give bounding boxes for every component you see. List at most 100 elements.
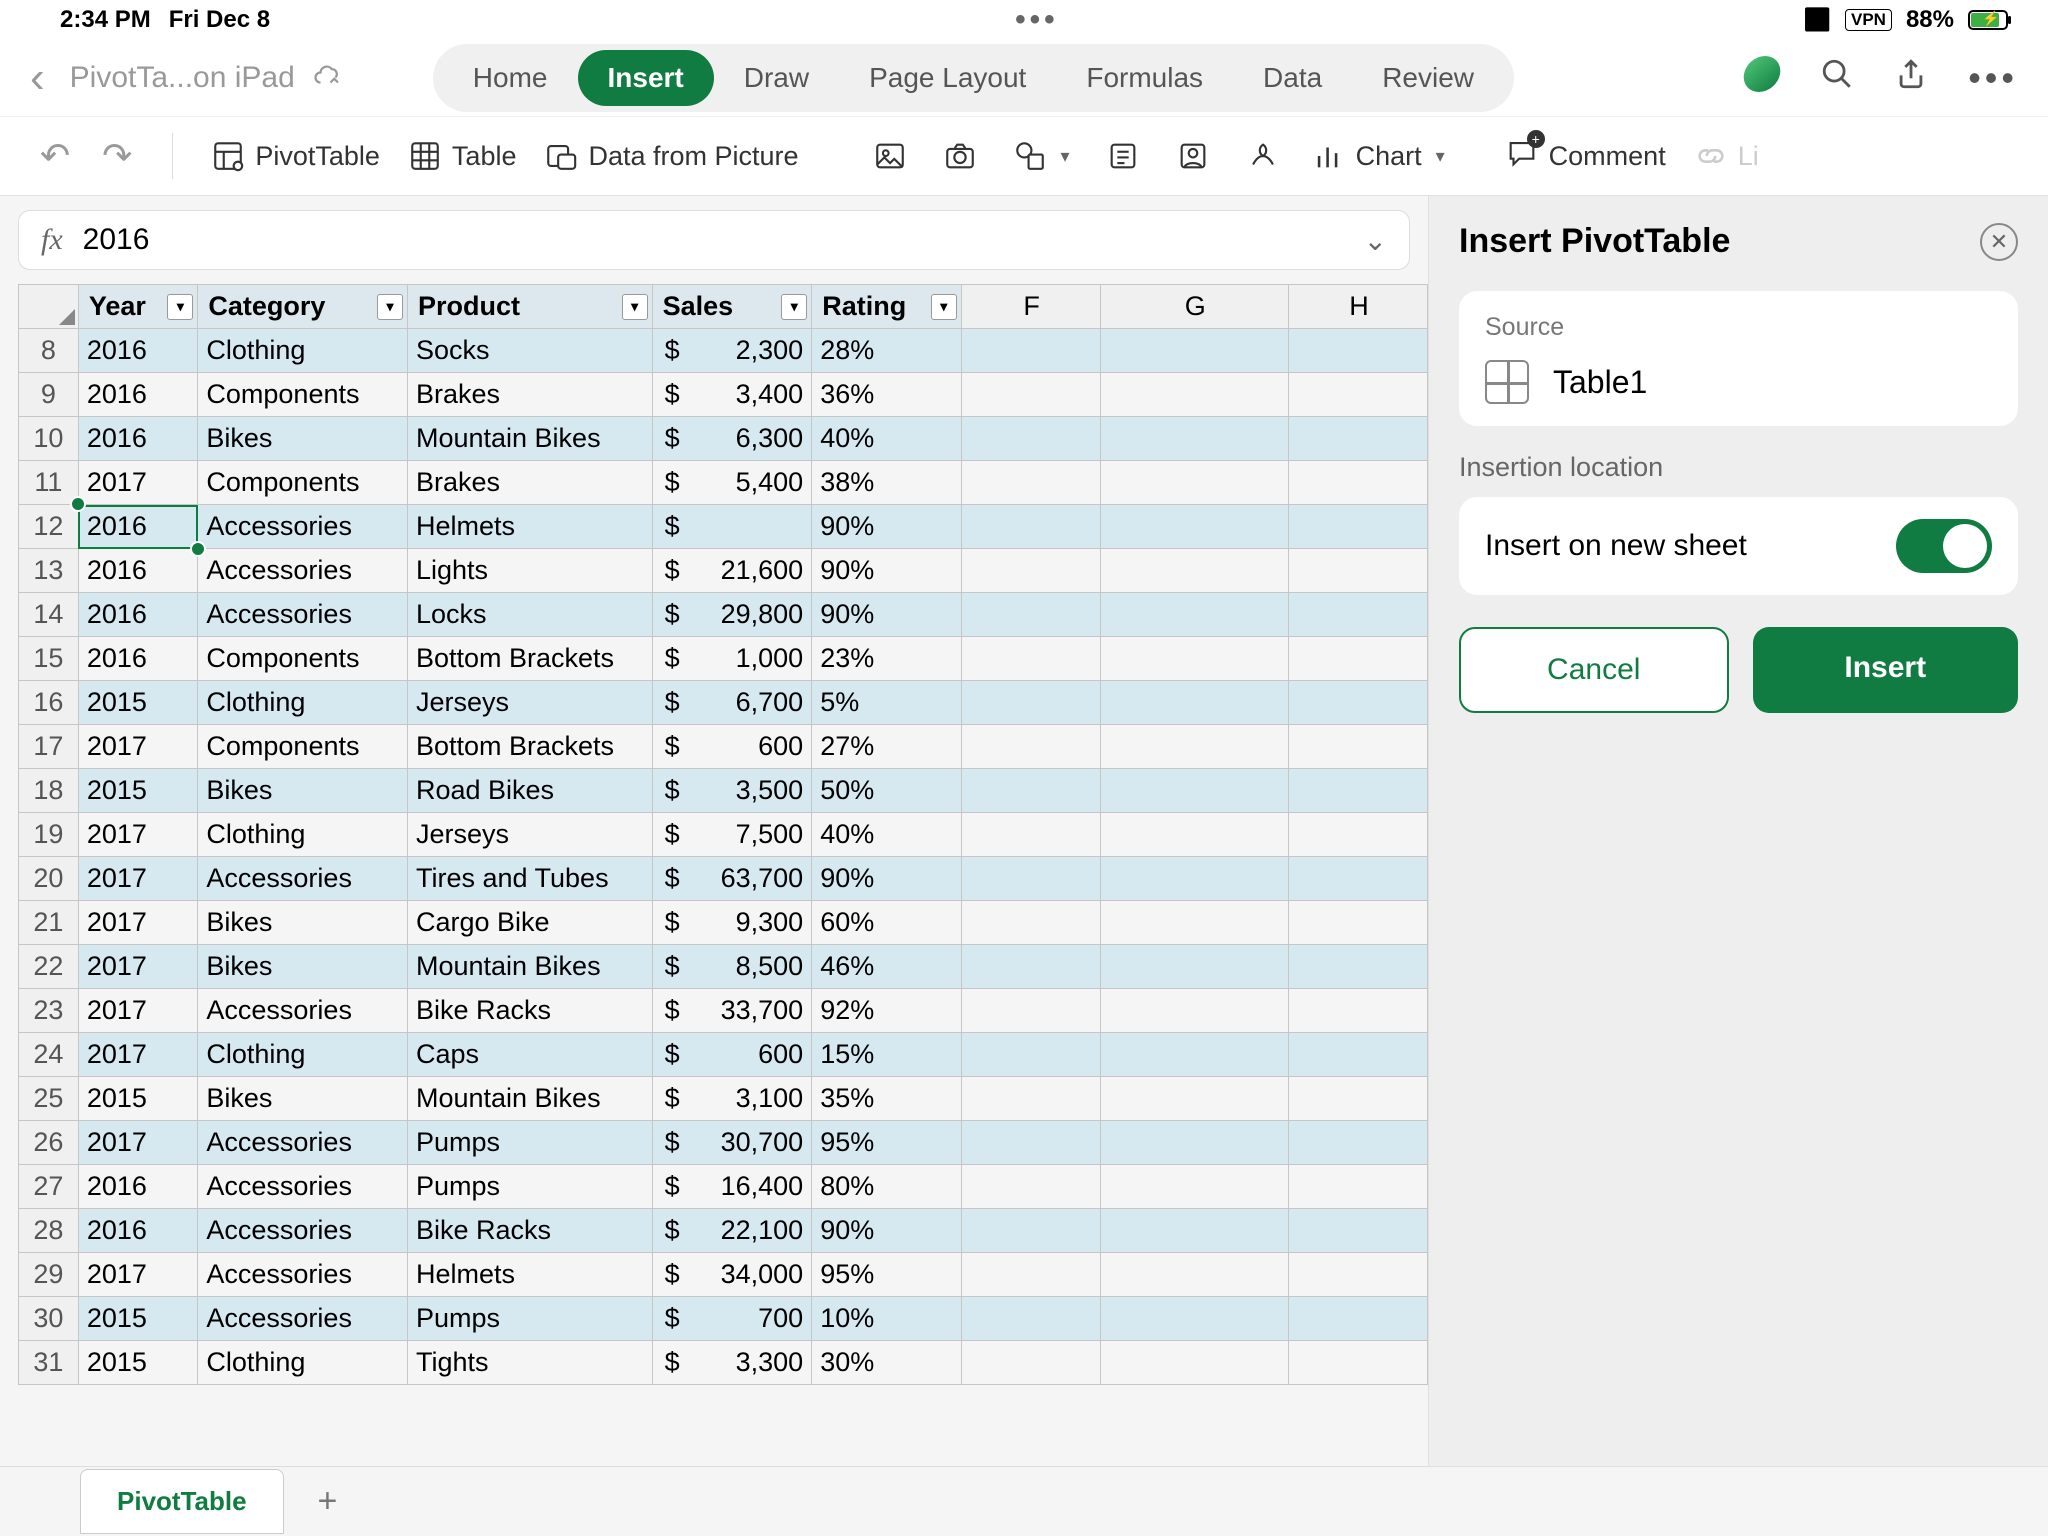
cell-year[interactable]: 2016 (78, 1209, 198, 1253)
ribbon-tab-formulas[interactable]: Formulas (1056, 50, 1233, 106)
cell[interactable] (1100, 329, 1288, 373)
ribbon-tab-draw[interactable]: Draw (714, 50, 839, 106)
row-header[interactable]: 28 (19, 1209, 79, 1253)
cell[interactable] (961, 857, 1100, 901)
cell-sales[interactable]: $ (652, 505, 812, 549)
cell[interactable] (961, 989, 1100, 1033)
cell-sales[interactable]: $9,300 (652, 901, 812, 945)
cell-product[interactable]: Jerseys (407, 813, 652, 857)
cell-category[interactable]: Components (198, 637, 408, 681)
column-header-h[interactable]: H (1289, 285, 1428, 329)
cell[interactable] (1100, 593, 1288, 637)
cell[interactable] (1289, 1209, 1428, 1253)
cell-sales[interactable]: $6,300 (652, 417, 812, 461)
cell-product[interactable]: Pumps (407, 1121, 652, 1165)
cell-sales[interactable]: $16,400 (652, 1165, 812, 1209)
cell-rating[interactable]: 15% (812, 1033, 962, 1077)
cell-year[interactable]: 2016 (78, 373, 198, 417)
row-header[interactable]: 20 (19, 857, 79, 901)
cell[interactable] (1289, 945, 1428, 989)
cell-year[interactable]: 2016 (78, 329, 198, 373)
cell[interactable] (1289, 857, 1428, 901)
cell-sales[interactable]: $2,300 (652, 329, 812, 373)
cell-year[interactable]: 2015 (78, 1341, 198, 1385)
cell[interactable] (961, 681, 1100, 725)
cell-category[interactable]: Accessories (198, 857, 408, 901)
cell-sales[interactable]: $600 (652, 1033, 812, 1077)
cell[interactable] (961, 1121, 1100, 1165)
data-from-picture-button[interactable]: Data from Picture (536, 135, 806, 177)
icons-button[interactable] (1234, 135, 1292, 177)
cell-rating[interactable]: 60% (812, 901, 962, 945)
cell-sales[interactable]: $5,400 (652, 461, 812, 505)
cell-category[interactable]: Accessories (198, 505, 408, 549)
pivottable-button[interactable]: PivotTable (203, 135, 388, 177)
cell-sales[interactable]: $3,500 (652, 769, 812, 813)
cell[interactable] (961, 637, 1100, 681)
cell[interactable] (1289, 681, 1428, 725)
row-header[interactable]: 24 (19, 1033, 79, 1077)
cell[interactable] (1289, 1165, 1428, 1209)
people-button[interactable] (1164, 135, 1222, 177)
cell-year[interactable]: 2017 (78, 989, 198, 1033)
cell[interactable] (1289, 1253, 1428, 1297)
cell[interactable] (1289, 593, 1428, 637)
row-header[interactable]: 22 (19, 945, 79, 989)
cell[interactable] (1289, 725, 1428, 769)
cell-rating[interactable]: 90% (812, 505, 962, 549)
cell[interactable] (1289, 1077, 1428, 1121)
cell-sales[interactable]: $22,100 (652, 1209, 812, 1253)
cell-category[interactable]: Bikes (198, 1077, 408, 1121)
ribbon-tab-review[interactable]: Review (1352, 50, 1504, 106)
cell-year[interactable]: 2017 (78, 725, 198, 769)
cell-year[interactable]: 2017 (78, 813, 198, 857)
cell[interactable] (1100, 725, 1288, 769)
cell[interactable] (961, 945, 1100, 989)
cell[interactable] (1289, 417, 1428, 461)
cell-sales[interactable]: $3,300 (652, 1341, 812, 1385)
cell-product[interactable]: Caps (407, 1033, 652, 1077)
cell-sales[interactable]: $1,000 (652, 637, 812, 681)
cell-rating[interactable]: 28% (812, 329, 962, 373)
cell[interactable] (1289, 505, 1428, 549)
cell-category[interactable]: Clothing (198, 1341, 408, 1385)
cell-year[interactable]: 2016 (78, 505, 198, 549)
cell[interactable] (961, 1077, 1100, 1121)
row-header[interactable]: 23 (19, 989, 79, 1033)
table-button[interactable]: Table (400, 135, 525, 177)
document-title[interactable]: PivotTa...on iPad (70, 61, 295, 95)
cell-sales[interactable]: $600 (652, 725, 812, 769)
cell-year[interactable]: 2017 (78, 945, 198, 989)
row-header[interactable]: 25 (19, 1077, 79, 1121)
cell-category[interactable]: Bikes (198, 901, 408, 945)
cell-sales[interactable]: $21,600 (652, 549, 812, 593)
cell[interactable] (1100, 945, 1288, 989)
cell-category[interactable]: Clothing (198, 813, 408, 857)
cell-category[interactable]: Accessories (198, 989, 408, 1033)
cell-category[interactable]: Clothing (198, 1033, 408, 1077)
cell-sales[interactable]: $63,700 (652, 857, 812, 901)
cell-category[interactable]: Accessories (198, 1253, 408, 1297)
cell-category[interactable]: Accessories (198, 1209, 408, 1253)
cell[interactable] (961, 549, 1100, 593)
cell[interactable] (1100, 1121, 1288, 1165)
row-header[interactable]: 31 (19, 1341, 79, 1385)
cell-product[interactable]: Road Bikes (407, 769, 652, 813)
cell[interactable] (961, 1297, 1100, 1341)
row-header[interactable]: 16 (19, 681, 79, 725)
cell-category[interactable]: Components (198, 373, 408, 417)
cell-product[interactable]: Bike Racks (407, 989, 652, 1033)
cell[interactable] (1100, 1165, 1288, 1209)
cell-category[interactable]: Clothing (198, 681, 408, 725)
column-header-f[interactable]: F (961, 285, 1100, 329)
insert-new-sheet-toggle[interactable] (1896, 519, 1992, 573)
cell[interactable] (1289, 901, 1428, 945)
row-header[interactable]: 8 (19, 329, 79, 373)
cell[interactable] (961, 461, 1100, 505)
cell-year[interactable]: 2015 (78, 1077, 198, 1121)
chart-button[interactable]: Chart▾ (1304, 135, 1453, 177)
ribbon-tab-insert[interactable]: Insert (578, 50, 714, 106)
cell[interactable] (1100, 901, 1288, 945)
row-header[interactable]: 18 (19, 769, 79, 813)
cell-year[interactable]: 2016 (78, 1165, 198, 1209)
